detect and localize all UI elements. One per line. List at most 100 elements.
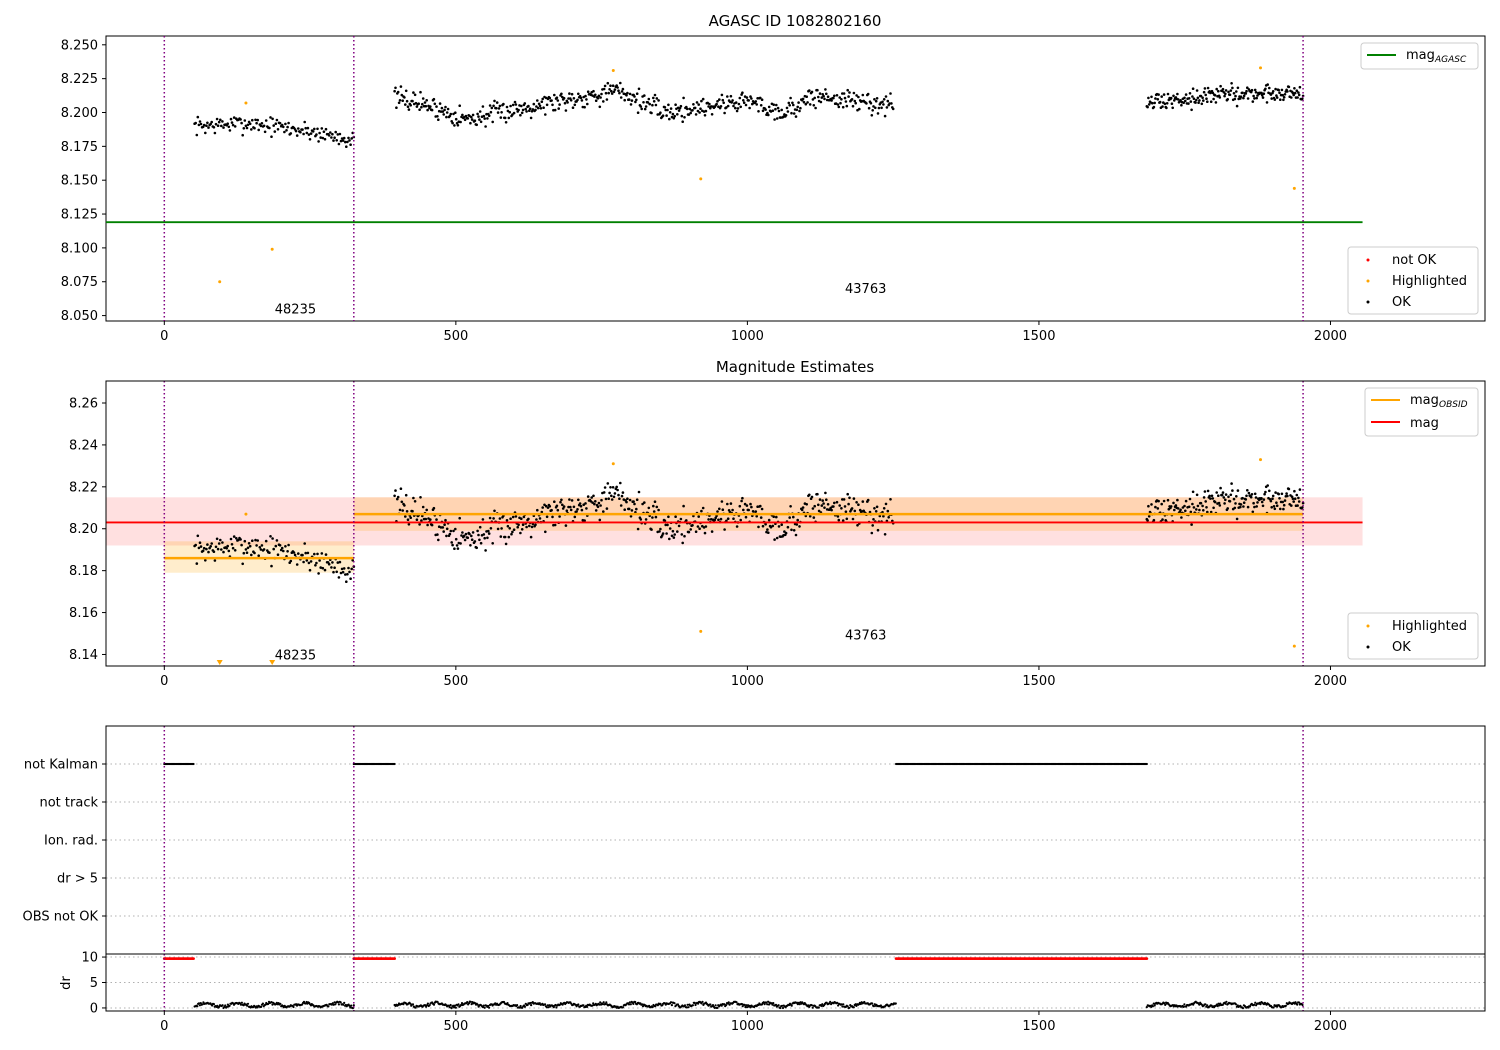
ok-point (306, 126, 310, 130)
ok-point (1250, 493, 1254, 496)
ok-point (775, 515, 778, 519)
ok-point (1293, 497, 1297, 501)
ok-point (1212, 97, 1215, 101)
ok-point (650, 111, 653, 115)
ok-point (309, 132, 313, 135)
ok-point (337, 142, 341, 146)
ok-point (619, 81, 622, 85)
not-kalman-flag-point (192, 762, 195, 766)
ok-point (219, 538, 222, 542)
dr-ok-point (1296, 1003, 1299, 1006)
ok-point (619, 481, 622, 485)
ok-point (1280, 492, 1284, 496)
panel-magnitude-title: Magnitude Estimates (716, 358, 874, 376)
ok-point (798, 525, 801, 528)
ok-point (243, 119, 247, 122)
ok-point (766, 528, 769, 531)
ok-point (286, 125, 289, 129)
ok-point (270, 564, 273, 568)
ok-point (736, 107, 740, 110)
highlighted-clipped-marker-0 (216, 660, 223, 665)
ok-point (476, 112, 479, 116)
ok-point (500, 527, 503, 530)
ok-point (820, 504, 824, 507)
ok-point (754, 510, 758, 513)
ok-point (720, 500, 724, 503)
ok-point (1266, 484, 1269, 487)
ok-point (833, 501, 836, 505)
ok-point (564, 524, 568, 527)
ok-point (221, 120, 224, 123)
ok-point (598, 105, 602, 109)
agasc-ytick-label-7: 8.225 (61, 72, 98, 87)
ok-point (476, 529, 479, 533)
ok-point (806, 101, 809, 104)
ok-point (421, 102, 424, 106)
ok-point (413, 500, 417, 503)
ok-point (677, 109, 681, 112)
ok-point (1246, 97, 1250, 100)
ok-point (470, 115, 473, 119)
ok-point (1297, 91, 1300, 94)
ok-point (331, 132, 334, 136)
ok-point (796, 518, 799, 522)
ok-point (335, 139, 339, 142)
ok-point (745, 504, 749, 507)
ok-point (1154, 97, 1157, 100)
ok-point (446, 107, 450, 111)
dr-ok-point (714, 1004, 717, 1007)
ok-point (542, 106, 545, 109)
dr-ok-point (894, 1002, 897, 1005)
ok-point (742, 101, 746, 104)
legend-mag-highlighted-marker (1366, 624, 1370, 628)
ok-point (848, 496, 851, 500)
ok-point (264, 539, 268, 543)
ok-point (745, 96, 749, 99)
ok-point (511, 103, 515, 107)
ok-point (240, 121, 243, 125)
ok-point (1190, 108, 1193, 112)
ok-point (540, 100, 544, 103)
highlighted-point (699, 177, 703, 181)
magnitude-xtick-label-0: 0 (160, 674, 168, 689)
ok-point (260, 544, 264, 547)
ok-point (270, 135, 273, 138)
agasc-ytick-label-4: 8.150 (61, 174, 98, 189)
ok-point (271, 537, 274, 540)
ok-point (789, 96, 792, 100)
ok-point (739, 518, 742, 522)
ok-point (1277, 88, 1280, 92)
ok-point (821, 499, 824, 502)
ok-point (1184, 93, 1188, 96)
ok-point (802, 100, 806, 104)
ok-point (1156, 507, 1160, 510)
ok-point (424, 104, 428, 108)
ok-point (198, 541, 202, 544)
ok-point (321, 566, 325, 570)
ok-point (855, 501, 858, 504)
ok-point (541, 506, 544, 509)
ok-point (396, 495, 400, 499)
ok-point (794, 533, 798, 537)
ok-point (1262, 92, 1266, 95)
ok-point (1224, 493, 1228, 496)
ok-point (409, 104, 413, 107)
ok-point (519, 113, 522, 117)
ok-point (884, 502, 888, 506)
ok-point (1277, 492, 1280, 496)
ok-point (604, 91, 608, 95)
ok-point (1229, 493, 1233, 497)
ok-point (311, 130, 315, 133)
ok-point (749, 502, 752, 506)
ok-point (819, 100, 823, 104)
agasc-ytick-label-0: 8.050 (61, 309, 98, 324)
ok-point (1191, 502, 1194, 506)
ok-point (1203, 87, 1207, 90)
ok-point (302, 132, 305, 136)
ok-point (330, 136, 333, 139)
dr-ok-point (725, 1004, 728, 1007)
ok-point (882, 98, 886, 101)
ok-point (255, 544, 258, 547)
ok-point (1233, 506, 1237, 510)
ok-point (773, 538, 776, 541)
